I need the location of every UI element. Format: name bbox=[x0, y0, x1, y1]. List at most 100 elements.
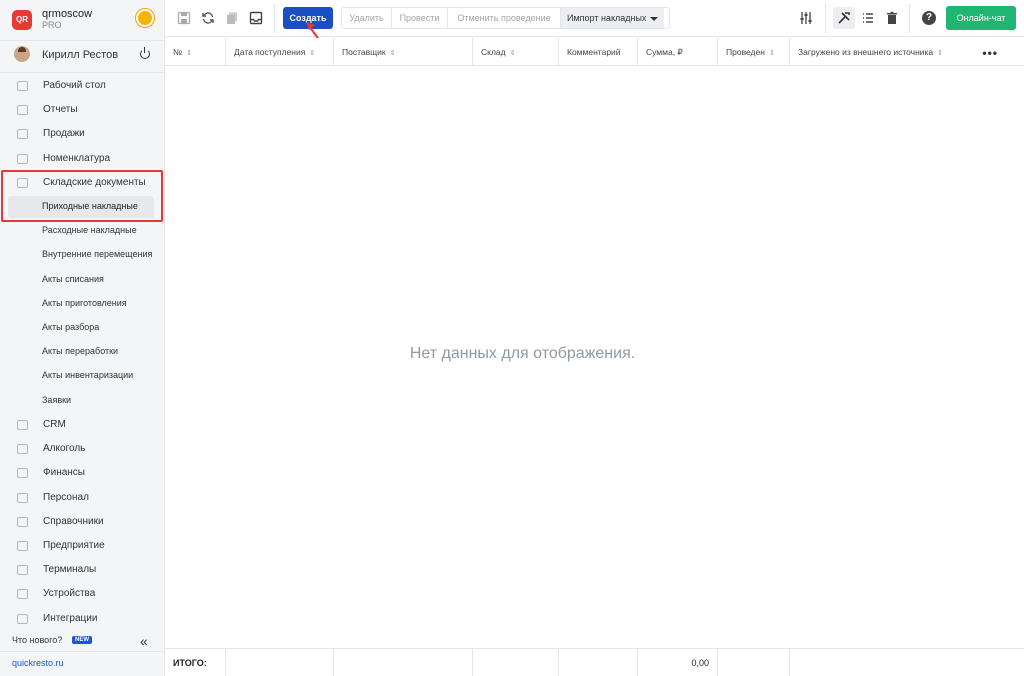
sidebar-item-enterprise[interactable]: Предприятие bbox=[0, 535, 165, 557]
sidebar-item-sub-1[interactable]: Расходные накладные bbox=[8, 220, 154, 242]
sidebar-item-label: Расходные накладные bbox=[42, 225, 137, 236]
sort-icon: ⇕ bbox=[186, 50, 192, 57]
sidebar-item-crm[interactable]: CRM bbox=[0, 414, 165, 436]
highlight-box bbox=[1, 170, 163, 222]
table-header: № ⇕ Дата поступления ⇕ Поставщик ⇕ Склад ⇕ К… bbox=[165, 38, 1024, 66]
online-chat-button[interactable]: Онлайн-чат bbox=[946, 6, 1016, 30]
brand[interactable]: QR qrmoscow PRO bbox=[12, 8, 162, 34]
brand-logo: QR bbox=[12, 10, 32, 30]
sidebar-item-label: Отчеты bbox=[43, 104, 78, 116]
sidebar-item-label: Персонал bbox=[43, 491, 89, 503]
sidebar-item-label: Устройства bbox=[43, 588, 96, 600]
whats-new-link[interactable]: Что нового? bbox=[12, 635, 62, 645]
save-icon[interactable] bbox=[177, 11, 191, 25]
tools-toggle[interactable] bbox=[833, 7, 855, 29]
footer-cell bbox=[226, 649, 334, 676]
inbox-icon[interactable] bbox=[249, 11, 263, 25]
total-sum: 0,00 bbox=[638, 649, 718, 676]
copy-icon[interactable] bbox=[225, 11, 239, 25]
staff-icon bbox=[17, 492, 28, 503]
sidebar-item-label: Продажи bbox=[43, 128, 85, 140]
nomenclature-icon bbox=[17, 153, 28, 164]
sidebar-item-sub-4[interactable]: Акты приготовления bbox=[8, 293, 154, 315]
sidebar-item-sub-3[interactable]: Акты списания bbox=[8, 269, 154, 291]
list-icon[interactable] bbox=[861, 11, 875, 25]
footer-cell bbox=[473, 649, 559, 676]
sidebar-item-terminal[interactable]: Терминалы bbox=[0, 559, 165, 581]
avatar bbox=[14, 46, 30, 62]
sidebar-item-label: Внутренние перемещения bbox=[42, 249, 153, 260]
sidebar: QR qrmoscow PRO Кирилл Рестов Рабочий ст… bbox=[0, 0, 165, 676]
sidebar-item-label: Акты разбора bbox=[42, 322, 100, 332]
sidebar-item-label: Акты инвентаризации bbox=[42, 370, 134, 381]
sort-icon: ⇕ bbox=[309, 50, 316, 57]
sidebar-item-sales[interactable]: Продажи bbox=[0, 123, 165, 145]
import-dropdown[interactable]: Импорт накладных bbox=[561, 8, 665, 28]
post-button[interactable]: Провести bbox=[392, 8, 448, 28]
reference-icon bbox=[17, 516, 28, 527]
sidebar-item-integrations[interactable]: Интеграции bbox=[0, 608, 165, 630]
column-number[interactable]: № ⇕ bbox=[165, 38, 226, 66]
finance-icon bbox=[17, 468, 28, 479]
column-sum[interactable]: Сумма, ₽ bbox=[638, 38, 718, 66]
more-options-icon[interactable]: ••• bbox=[982, 46, 998, 60]
column-comment[interactable]: Комментарий bbox=[559, 38, 638, 66]
brand-name: qrmoscow bbox=[42, 8, 93, 20]
new-badge: NEW bbox=[72, 636, 92, 644]
sidebar-item-reports[interactable]: Отчеты bbox=[0, 99, 165, 121]
sidebar-item-finance[interactable]: Финансы bbox=[0, 462, 165, 484]
sort-icon: ⇕ bbox=[389, 50, 396, 57]
sidebar-item-staff[interactable]: Персонал bbox=[0, 487, 165, 509]
sidebar-item-reference[interactable]: Справочники bbox=[0, 511, 165, 533]
power-icon[interactable] bbox=[140, 47, 150, 59]
chevron-down-icon bbox=[650, 16, 659, 21]
sidebar-item-label: Акты переработки bbox=[42, 346, 119, 357]
trash-icon[interactable] bbox=[885, 11, 899, 25]
sidebar-item-label: Рабочий стол bbox=[43, 80, 106, 91]
refresh-icon[interactable] bbox=[201, 11, 215, 25]
integrations-icon bbox=[17, 613, 28, 624]
sort-icon: ⇕ bbox=[509, 50, 516, 57]
sidebar-item-label: Финансы bbox=[43, 467, 85, 479]
import-label: Импорт накладных bbox=[567, 13, 647, 23]
dashboard-icon bbox=[17, 81, 28, 91]
column-warehouse[interactable]: Склад ⇕ bbox=[473, 38, 559, 66]
sidebar-item-sub-8[interactable]: Заявки bbox=[8, 390, 154, 412]
tools-icon bbox=[838, 12, 850, 24]
column-date[interactable]: Дата поступления ⇕ bbox=[226, 38, 334, 66]
user-profile[interactable]: Кирилл Рестов bbox=[12, 44, 162, 66]
footer-cell bbox=[718, 649, 790, 676]
sidebar-item-label: Интеграции bbox=[43, 612, 98, 624]
toolbar-separator bbox=[274, 4, 275, 33]
enterprise-icon bbox=[17, 541, 28, 551]
sidebar-divider bbox=[0, 72, 165, 73]
sun-icon[interactable] bbox=[138, 11, 152, 25]
sidebar-item-label: Предприятие bbox=[43, 540, 105, 551]
collapse-sidebar-icon[interactable]: « bbox=[140, 633, 148, 649]
sidebar-item-sub-7[interactable]: Акты инвентаризации bbox=[8, 365, 154, 387]
delete-button[interactable]: Удалить bbox=[342, 8, 392, 28]
sidebar-item-sub-5[interactable]: Акты разбора bbox=[8, 317, 154, 339]
sidebar-item-sub-2[interactable]: Внутренние перемещения bbox=[8, 244, 154, 266]
sidebar-item-nomenclature[interactable]: Номенклатура bbox=[0, 148, 165, 170]
column-posted[interactable]: Проведен ⇕ bbox=[718, 38, 790, 66]
help-icon[interactable]: ? bbox=[922, 11, 936, 25]
sort-icon: ⇕ bbox=[937, 50, 944, 57]
sidebar-item-label: Алкоголь bbox=[43, 443, 86, 455]
sidebar-item-label: Номенклатура bbox=[43, 152, 111, 164]
sidebar-item-alcohol[interactable]: Алкоголь bbox=[0, 438, 165, 460]
cancel-post-button[interactable]: Отменить проведение bbox=[448, 8, 561, 28]
toolbar-separator bbox=[825, 4, 826, 33]
sidebar-item-label: Акты приготовления bbox=[42, 297, 127, 308]
filter-settings-icon[interactable] bbox=[799, 11, 813, 25]
sidebar-item-label: Терминалы bbox=[43, 564, 97, 576]
sidebar-item-sub-6[interactable]: Акты переработки bbox=[8, 341, 154, 363]
devices-icon bbox=[17, 589, 28, 600]
sidebar-item-devices[interactable]: Устройства bbox=[0, 583, 165, 605]
footer-cell bbox=[334, 649, 473, 676]
site-link[interactable]: quickresto.ru bbox=[12, 658, 64, 668]
column-supplier[interactable]: Поставщик ⇕ bbox=[334, 38, 473, 66]
toolbar-separator bbox=[909, 4, 910, 33]
sidebar-item-dashboard[interactable]: Рабочий стол bbox=[0, 75, 165, 97]
sort-icon: ⇕ bbox=[768, 50, 775, 57]
